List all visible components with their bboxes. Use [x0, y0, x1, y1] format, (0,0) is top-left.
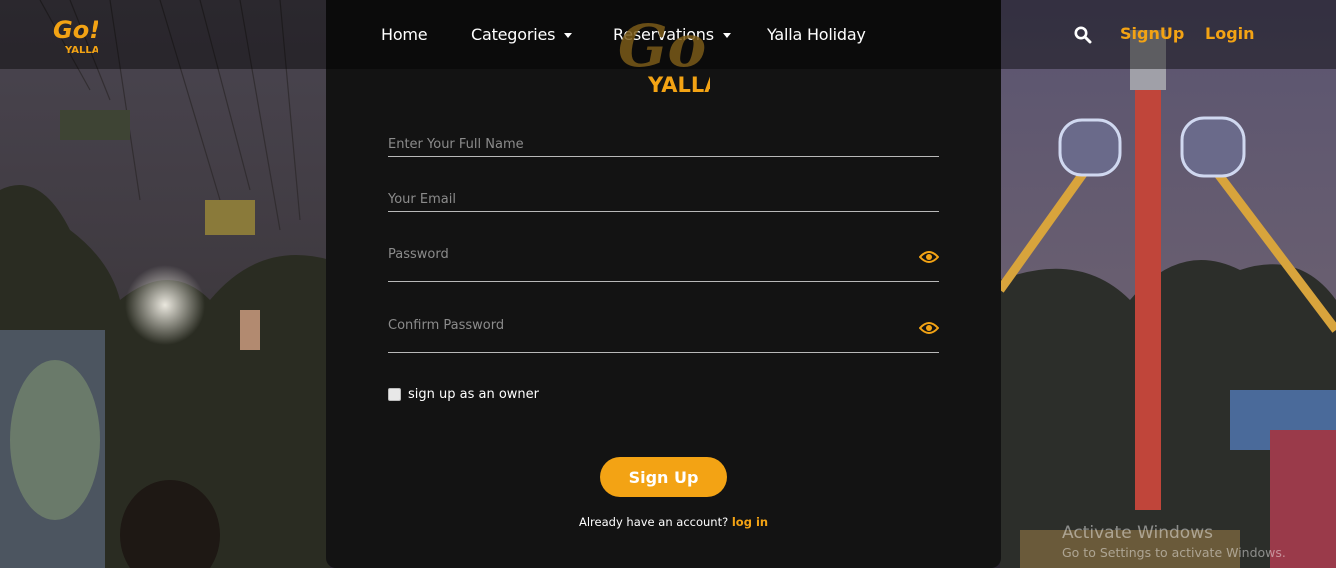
- nav-login-link[interactable]: Login: [1205, 24, 1255, 43]
- chevron-down-icon: [564, 32, 573, 38]
- windows-activation-watermark: Activate Windows Go to Settings to activ…: [1062, 523, 1286, 560]
- brand-logo[interactable]: Go! YALLA: [52, 12, 98, 56]
- full-name-field-container: [388, 133, 939, 157]
- log-in-link[interactable]: log in: [732, 515, 768, 529]
- search-icon[interactable]: [1074, 26, 1092, 44]
- svg-text:YALLA: YALLA: [64, 45, 98, 56]
- email-field-container: [388, 188, 939, 212]
- confirm-password-input[interactable]: [388, 314, 908, 336]
- nav-categories-label: Categories: [471, 25, 556, 44]
- password-field-container: [388, 243, 939, 282]
- sign-up-button[interactable]: Sign Up: [600, 457, 727, 497]
- watermark-subtitle: Go to Settings to activate Windows.: [1062, 545, 1286, 560]
- watermark-title: Activate Windows: [1062, 523, 1213, 543]
- logo-yalla-text: YALLA: [647, 73, 710, 97]
- nav-signup-link[interactable]: SignUp: [1120, 24, 1184, 43]
- eye-icon[interactable]: [919, 321, 939, 335]
- center-brand-logo: Go! YALLA: [618, 12, 710, 97]
- owner-checkbox[interactable]: [388, 388, 401, 401]
- have-account-text: Already have an account?: [579, 515, 729, 529]
- nav-home-label: Home: [381, 25, 428, 44]
- confirm-password-field-container: [388, 314, 939, 353]
- svg-text:Go!: Go!: [53, 16, 98, 44]
- logo-go-text: Go!: [618, 12, 710, 80]
- nav-yalla-holiday[interactable]: Yalla Holiday: [767, 25, 866, 44]
- nav-yalla-holiday-label: Yalla Holiday: [767, 25, 866, 44]
- nav-home[interactable]: Home: [381, 25, 471, 44]
- owner-checkbox-row: sign up as an owner: [388, 387, 539, 402]
- email-input[interactable]: [388, 188, 908, 210]
- chevron-down-icon: [722, 32, 731, 38]
- full-name-input[interactable]: [388, 133, 908, 155]
- owner-checkbox-label: sign up as an owner: [408, 387, 540, 402]
- password-input[interactable]: [388, 243, 908, 265]
- eye-icon[interactable]: [919, 250, 939, 264]
- nav-categories-dropdown[interactable]: Categories: [471, 25, 613, 44]
